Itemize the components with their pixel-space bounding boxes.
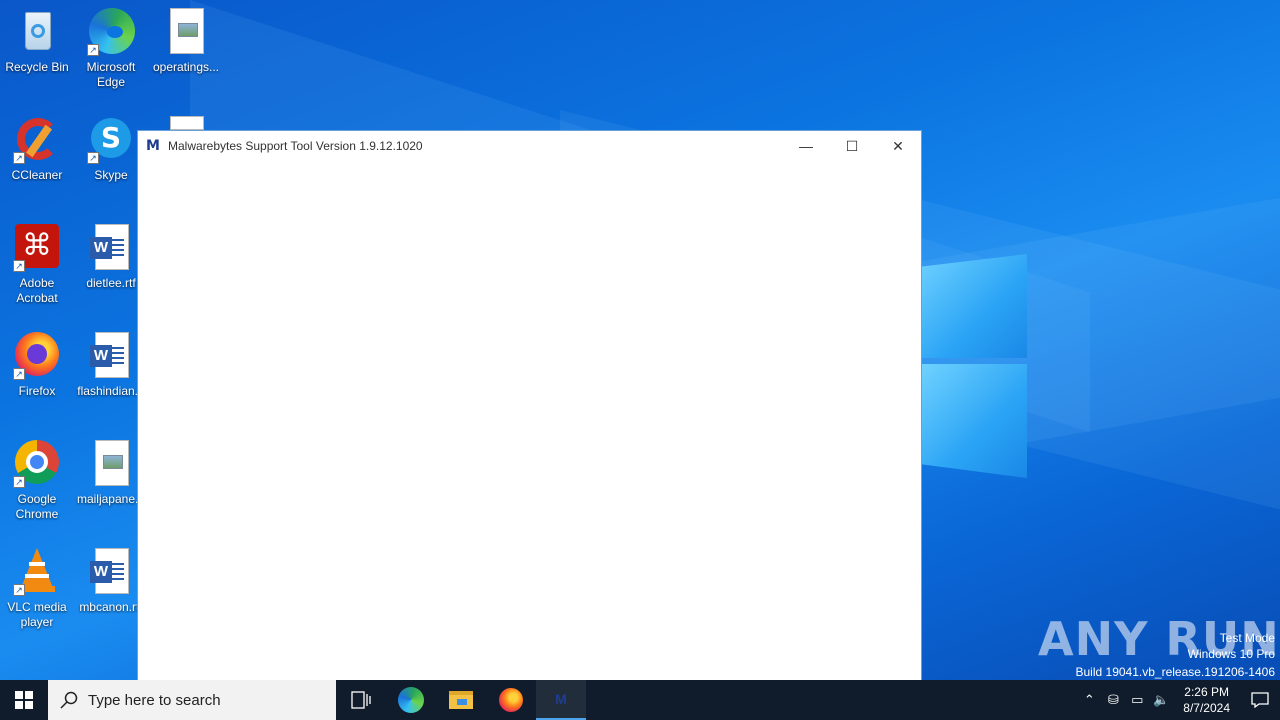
search-icon xyxy=(60,691,78,709)
build-label: Build 19041.vb_release.191206-1406 xyxy=(1075,665,1276,679)
notification-icon xyxy=(1251,692,1269,708)
volume-icon[interactable]: 🔈 xyxy=(1149,693,1173,708)
shortcut-arrow-icon: ↗ xyxy=(13,152,25,164)
system-tray: ⌃ ⛁ ▭ 🔈 2:26 PM 8/7/2024 xyxy=(1077,680,1280,720)
chevron-up-icon[interactable]: ⌃ xyxy=(1077,693,1101,708)
shortcut-arrow-icon: ↗ xyxy=(87,152,99,164)
icon-label: Recycle Bin xyxy=(5,60,69,74)
edge-icon: ↗ xyxy=(87,8,135,56)
shortcut-arrow-icon: ↗ xyxy=(87,44,99,56)
windows-edition-label: Windows 10 Pro xyxy=(1187,647,1275,661)
icon-label: operatings... xyxy=(152,60,220,74)
minimize-button[interactable]: — xyxy=(783,131,829,161)
desktop-icon-recycle-bin[interactable]: Recycle Bin xyxy=(0,8,74,75)
test-mode-label: Test Mode xyxy=(1219,631,1275,645)
network-icon[interactable]: ▭ xyxy=(1125,693,1149,708)
desktop-icon-operatings[interactable]: operatings... xyxy=(149,8,223,75)
firefox-icon xyxy=(499,688,523,712)
desktop-icon-ccleaner[interactable]: ↗ CCleaner xyxy=(0,116,74,183)
shortcut-arrow-icon: ↗ xyxy=(13,260,25,272)
image-file-icon xyxy=(87,440,135,488)
desktop-icon-firefox[interactable]: ↗ Firefox xyxy=(0,332,74,399)
word-document-icon: W xyxy=(87,224,135,272)
clock-date: 8/7/2024 xyxy=(1183,701,1230,715)
maximize-icon: ☐ xyxy=(845,137,859,154)
firefox-icon: ↗ xyxy=(13,332,61,380)
icon-label: Microsoft Edge xyxy=(86,60,136,89)
window-content xyxy=(138,161,921,680)
malwarebytes-icon: M xyxy=(146,138,160,154)
malwarebytes-icon: M xyxy=(555,691,567,707)
close-icon: ✕ xyxy=(892,137,904,154)
windows-logo-wallpaper xyxy=(922,240,1032,480)
window-title: Malwarebytes Support Tool Version 1.9.12… xyxy=(168,139,423,153)
minimize-icon: — xyxy=(799,138,813,154)
taskbar-firefox-button[interactable] xyxy=(486,680,536,720)
image-file-icon xyxy=(162,8,210,56)
word-document-icon: W xyxy=(87,548,135,596)
taskbar: Type here to search M ⌃ ⛁ ▭ 🔈 2:26 PM 8/… xyxy=(0,680,1280,720)
taskbar-search-box[interactable]: Type here to search xyxy=(48,680,336,720)
network-status-icon[interactable]: ⛁ xyxy=(1101,693,1125,708)
start-button[interactable] xyxy=(0,680,48,720)
maximize-button[interactable]: ☐ xyxy=(829,131,875,161)
desktop-icon-edge[interactable]: ↗ Microsoft Edge xyxy=(74,8,148,90)
icon-label: Google Chrome xyxy=(15,492,59,521)
shortcut-arrow-icon: ↗ xyxy=(13,368,25,380)
icon-label: Adobe Acrobat xyxy=(16,276,58,305)
folder-icon xyxy=(449,691,473,709)
icon-label: CCleaner xyxy=(11,168,63,182)
title-bar[interactable]: M Malwarebytes Support Tool Version 1.9.… xyxy=(138,131,921,161)
ccleaner-icon: ↗ xyxy=(13,116,61,164)
malwarebytes-support-tool-window[interactable]: M Malwarebytes Support Tool Version 1.9.… xyxy=(137,130,922,681)
recycle-bin-icon xyxy=(13,8,61,56)
taskbar-malwarebytes-button[interactable]: M xyxy=(536,680,586,720)
shortcut-arrow-icon: ↗ xyxy=(13,476,25,488)
word-document-icon: W xyxy=(87,332,135,380)
acrobat-icon: ⌘ ↗ xyxy=(13,224,61,272)
desktop-icon-google-chrome[interactable]: ↗ Google Chrome xyxy=(0,440,74,522)
icon-label: VLC media player xyxy=(7,600,67,629)
task-view-button[interactable] xyxy=(336,680,386,720)
clock[interactable]: 2:26 PM 8/7/2024 xyxy=(1173,684,1240,716)
windows-start-icon xyxy=(15,691,33,709)
edge-icon xyxy=(398,687,424,713)
taskbar-edge-button[interactable] xyxy=(386,680,436,720)
search-placeholder: Type here to search xyxy=(88,691,221,709)
vlc-icon: ↗ xyxy=(13,548,61,596)
skype-icon: S ↗ xyxy=(87,116,135,164)
notification-button[interactable] xyxy=(1240,680,1280,720)
shortcut-arrow-icon: ↗ xyxy=(13,584,25,596)
clock-time: 2:26 PM xyxy=(1184,685,1229,699)
close-button[interactable]: ✕ xyxy=(875,131,921,161)
icon-label: Firefox xyxy=(18,384,56,398)
desktop-icon-vlc[interactable]: ↗ VLC media player xyxy=(0,548,74,630)
taskbar-file-explorer-button[interactable] xyxy=(436,680,486,720)
chrome-icon: ↗ xyxy=(13,440,61,488)
desktop-icon-adobe-acrobat[interactable]: ⌘ ↗ Adobe Acrobat xyxy=(0,224,74,306)
task-view-icon xyxy=(351,691,371,709)
